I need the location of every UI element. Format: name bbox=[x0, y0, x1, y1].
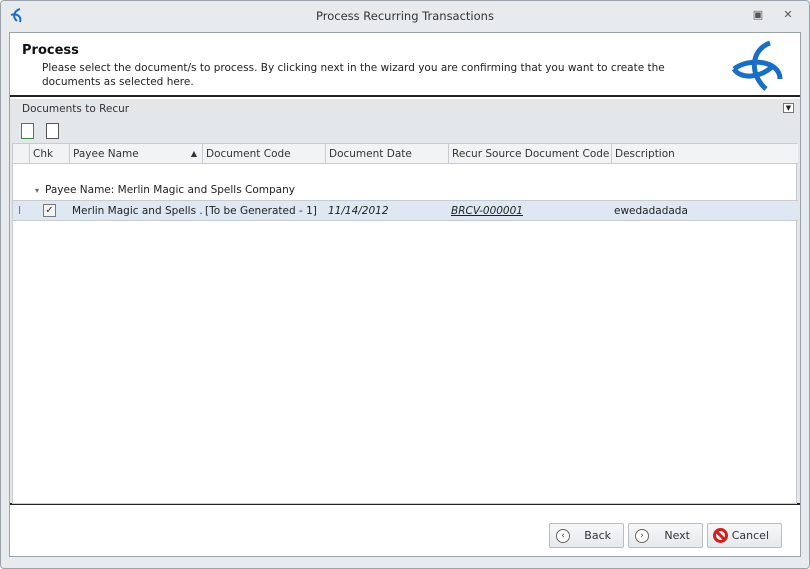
next-button[interactable]: › Next bbox=[628, 523, 703, 548]
sort-ascending-icon: ▲ bbox=[190, 149, 197, 158]
group-panel-title: Documents to Recur bbox=[22, 103, 130, 115]
page-description: Please select the document/s to process.… bbox=[42, 62, 665, 88]
collapse-chevron-icon[interactable]: ▾ bbox=[35, 186, 39, 195]
cell-payee: Merlin Magic and Spells ... bbox=[72, 205, 202, 217]
chevron-left-icon: ‹ bbox=[556, 529, 570, 543]
uncheck-all-icon[interactable] bbox=[46, 123, 59, 139]
row-indicator-icon: I bbox=[18, 205, 22, 217]
grid-header: Chk Payee Name ▲ Document Code Document D… bbox=[13, 144, 798, 164]
dialog-window: Process Recurring Transactions ▣ ✕ Proce… bbox=[0, 0, 810, 569]
back-button[interactable]: ‹ Back bbox=[549, 523, 624, 548]
group-label: Payee Name: Merlin Magic and Spells Comp… bbox=[45, 184, 295, 196]
brand-logo-icon bbox=[731, 40, 783, 91]
next-label: Next bbox=[664, 529, 690, 542]
restore-button[interactable]: ▣ bbox=[751, 8, 765, 22]
cell-document-code: [To be Generated - 1] bbox=[205, 205, 317, 217]
source-document-link[interactable]: BRCV-000001 bbox=[448, 201, 611, 221]
cancel-label: Cancel bbox=[731, 529, 769, 542]
chevron-right-icon: › bbox=[635, 529, 649, 543]
title-bar: Process Recurring Transactions ▣ ✕ bbox=[1, 1, 809, 31]
cancel-icon bbox=[713, 528, 728, 543]
documents-grid: Chk Payee Name ▲ Document Code Document D… bbox=[12, 143, 798, 504]
close-button[interactable]: ✕ bbox=[781, 8, 795, 22]
group-row[interactable]: ▾ Payee Name: Merlin Magic and Spells Com… bbox=[35, 184, 295, 196]
column-payee-label: Payee Name bbox=[73, 148, 139, 160]
documents-group-panel: Documents to Recur ▼ Chk Payee Name ▲ Doc… bbox=[10, 99, 800, 505]
cell-document-date: 11/14/2012 bbox=[328, 205, 389, 217]
column-recur-source[interactable]: Recur Source Document Code bbox=[448, 144, 611, 164]
column-document-code[interactable]: Document Code bbox=[202, 144, 325, 164]
column-chk[interactable]: Chk bbox=[29, 144, 69, 164]
cell-description: ewedadadada bbox=[614, 205, 688, 217]
wizard-header: Process Please select the document/s to … bbox=[10, 33, 800, 97]
wizard-content: Process Please select the document/s to … bbox=[9, 32, 801, 557]
page-title: Process bbox=[22, 43, 79, 58]
column-payee-name[interactable]: Payee Name ▲ bbox=[69, 144, 202, 164]
column-description[interactable]: Description bbox=[611, 144, 797, 164]
window-title: Process Recurring Transactions bbox=[316, 9, 494, 23]
column-document-date[interactable]: Document Date bbox=[325, 144, 448, 164]
back-label: Back bbox=[584, 529, 611, 542]
table-row[interactable]: I ✓ Merlin Magic and Spells ... [To be G… bbox=[13, 200, 798, 221]
panel-dropdown-button[interactable]: ▼ bbox=[783, 103, 794, 113]
check-all-icon[interactable] bbox=[21, 123, 34, 139]
row-checkbox[interactable]: ✓ bbox=[43, 204, 56, 217]
cancel-button[interactable]: Cancel bbox=[707, 523, 782, 548]
